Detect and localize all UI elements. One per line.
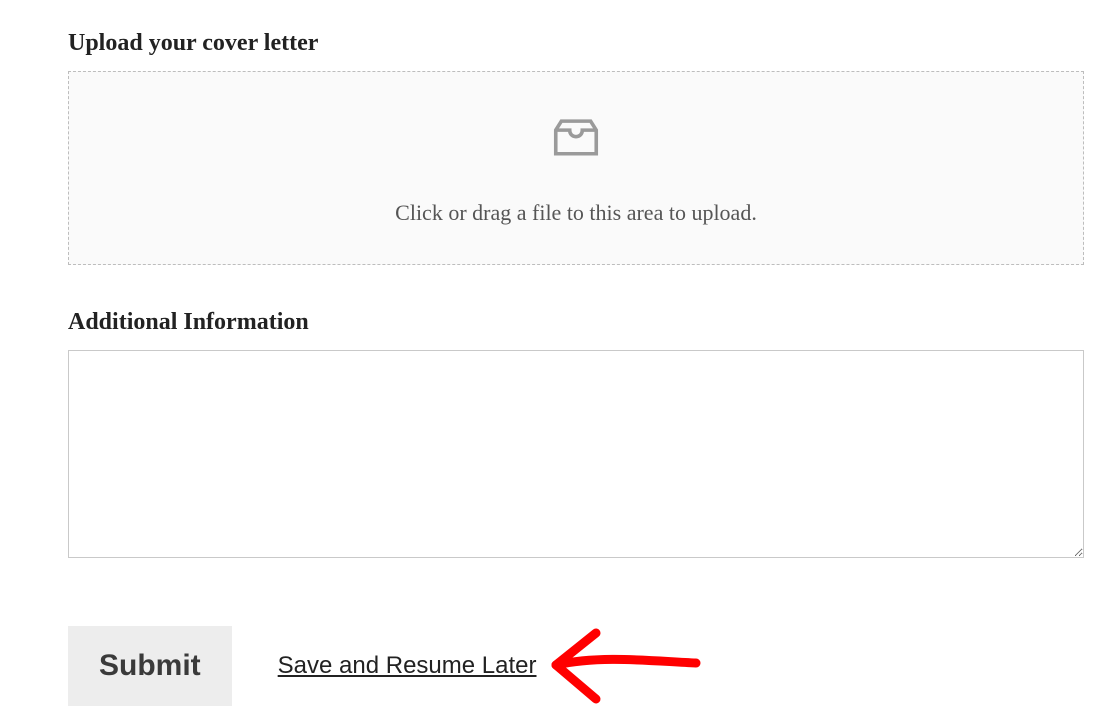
form-page: Upload your cover letter Click or drag a… [0, 0, 1116, 718]
cover-letter-label: Upload your cover letter [68, 30, 1076, 57]
additional-info-label: Additional Information [68, 309, 1076, 336]
inbox-icon [549, 111, 603, 200]
cover-letter-dropzone[interactable]: Click or drag a file to this area to upl… [68, 71, 1084, 265]
dropzone-text: Click or drag a file to this area to upl… [395, 200, 757, 226]
save-resume-link[interactable]: Save and Resume Later [278, 652, 537, 680]
form-actions: Submit Save and Resume Later [68, 613, 1076, 718]
annotation-arrow-icon [541, 613, 711, 718]
spacer [68, 265, 1076, 309]
additional-info-textarea[interactable] [68, 350, 1084, 558]
submit-button[interactable]: Submit [68, 626, 232, 706]
